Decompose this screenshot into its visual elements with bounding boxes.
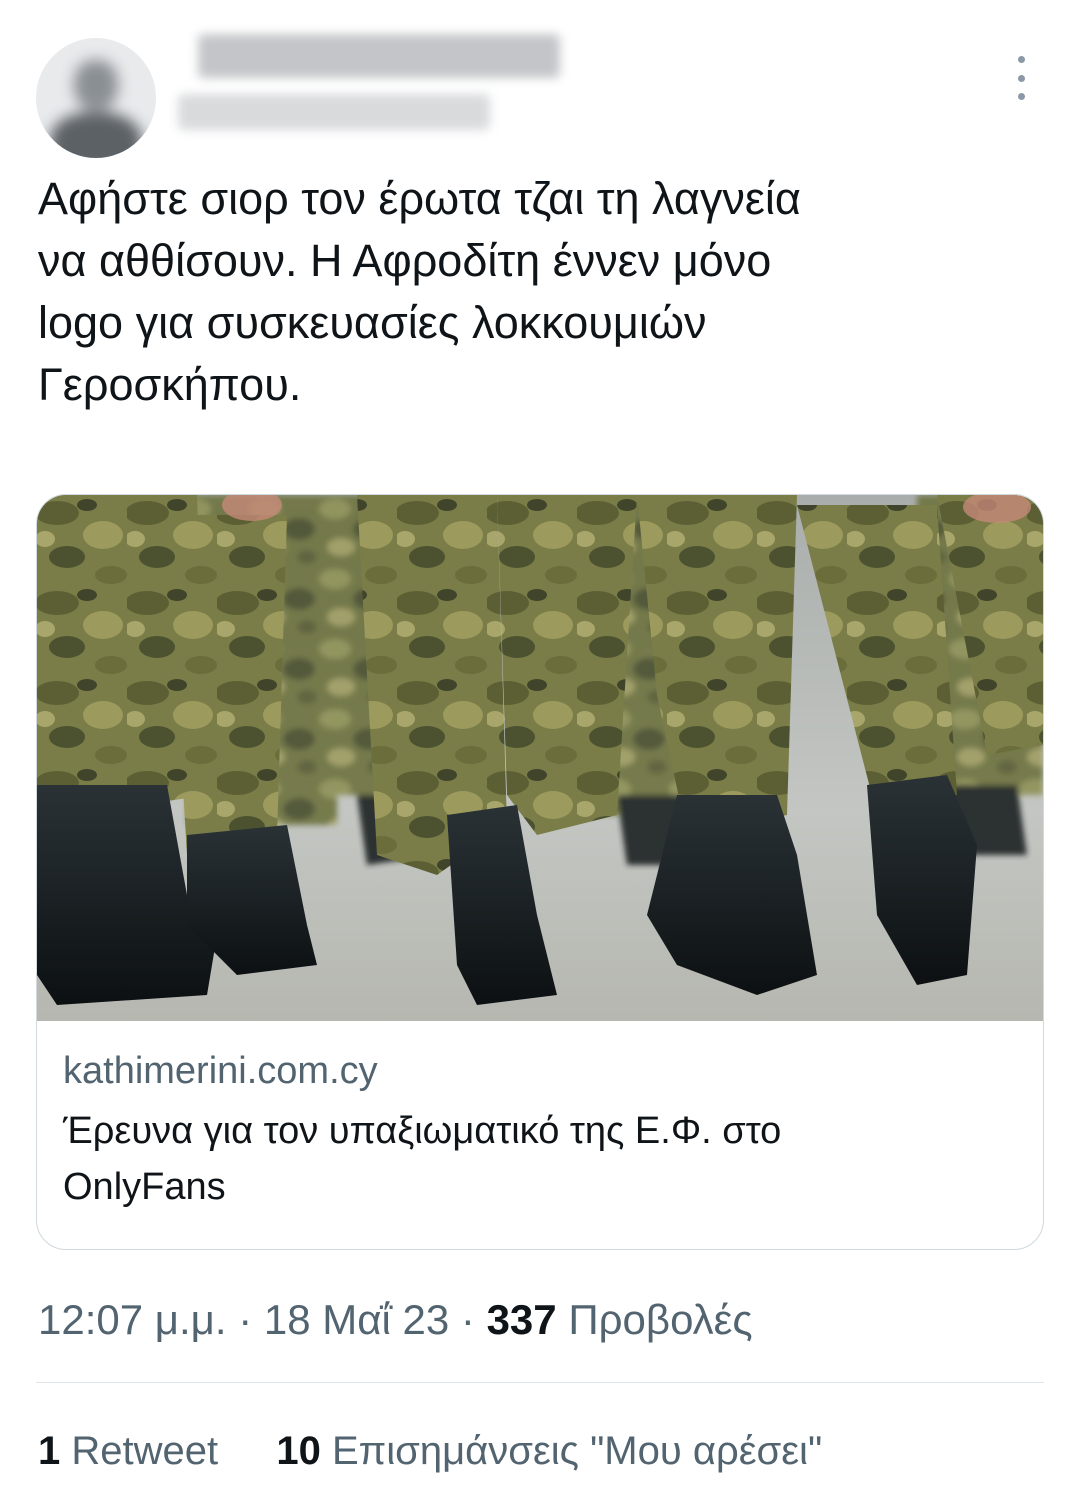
retweets-label: Retweet <box>71 1429 219 1473</box>
tweet-stats: 1 Retweet 10 Επισημάνσεις "Μου αρέσει" <box>38 1422 822 1480</box>
link-preview-card[interactable]: kathimerini.com.cy Έρευνα για τον υπαξιω… <box>36 494 1044 1250</box>
display-name-redacted[interactable] <box>198 34 560 78</box>
card-title-line: Έρευνα για τον υπαξιωματικό της Ε.Φ. στο <box>63 1110 782 1152</box>
likes-stat[interactable]: 10 Επισημάνσεις "Μου αρέσει" <box>276 1429 822 1473</box>
tweet-text-line: Γεροσκήπου. <box>38 359 302 410</box>
avatar[interactable] <box>36 38 156 158</box>
retweets-stat[interactable]: 1 Retweet <box>38 1429 229 1473</box>
tweet-text-line: να αθθίσουν. Η Αφροδίτη έννεν μόνο <box>38 235 772 286</box>
card-title: Έρευνα για τον υπαξιωματικό της Ε.Φ. στο… <box>63 1103 1013 1215</box>
tweet-text-line: logo για συσκευασίες λοκκουμιών <box>38 297 707 348</box>
meta-separator: · <box>460 1296 475 1343</box>
tweet-meta: 12:07 μ.μ. · 18 Μαΐ 23 · 337 Προβολές <box>38 1290 753 1350</box>
tweet-detail: Αφήστε σιορ τον έρωτα τζαι τη λαγνεία να… <box>0 0 1080 1498</box>
likes-label: Επισημάνσεις "Μου αρέσει" <box>332 1429 823 1473</box>
retweets-count: 1 <box>38 1429 61 1473</box>
divider <box>36 1382 1044 1383</box>
tweet-text: Αφήστε σιορ τον έρωτα τζαι τη λαγνεία να… <box>38 168 1038 416</box>
tweet-time[interactable]: 12:07 μ.μ. <box>38 1296 227 1343</box>
tweet-text-line: Αφήστε σιορ τον έρωτα τζαι τη λαγνεία <box>38 173 801 224</box>
likes-count: 10 <box>276 1429 321 1473</box>
views-count: 337 <box>486 1296 557 1343</box>
meta-separator: · <box>238 1296 253 1343</box>
more-vertical-icon[interactable] <box>1003 56 1039 100</box>
card-meta[interactable]: kathimerini.com.cy Έρευνα για τον υπαξιω… <box>63 1043 1013 1215</box>
views-label: Προβολές <box>568 1296 753 1343</box>
card-image[interactable] <box>37 495 1043 1021</box>
tweet-date[interactable]: 18 Μαΐ 23 <box>264 1296 449 1343</box>
card-domain: kathimerini.com.cy <box>63 1050 378 1092</box>
card-title-line: OnlyFans <box>63 1166 226 1208</box>
username-redacted[interactable] <box>178 94 490 130</box>
